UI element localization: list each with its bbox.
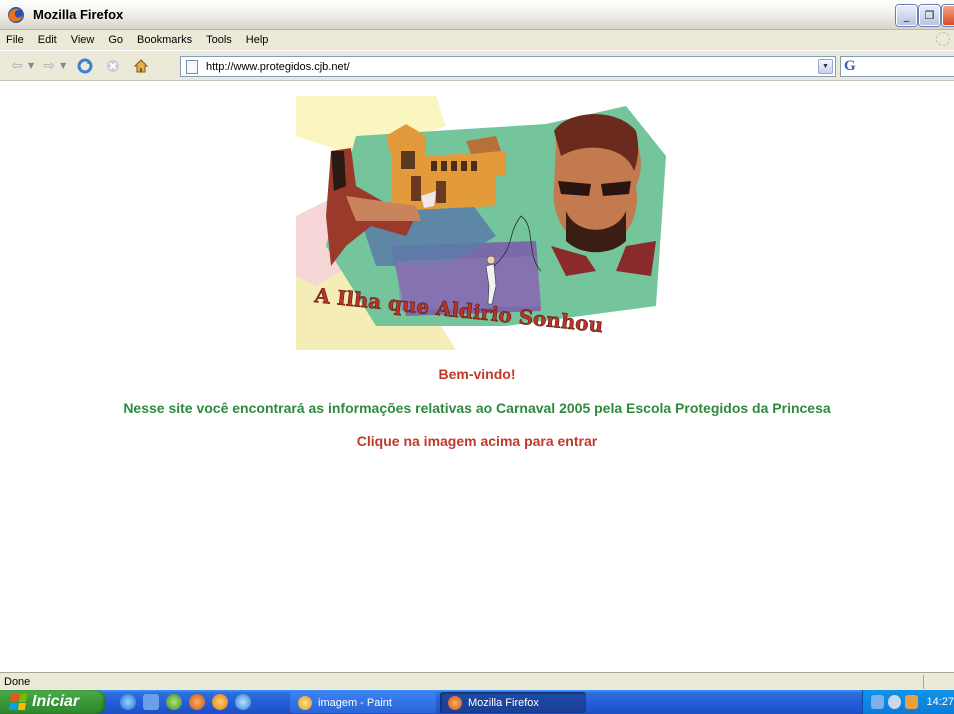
firefox-icon bbox=[8, 6, 24, 23]
task-paint-label: imagem - Paint bbox=[318, 696, 392, 709]
home-button[interactable] bbox=[132, 57, 150, 75]
throbber-icon bbox=[936, 32, 950, 46]
paint-icon bbox=[298, 695, 312, 710]
chevron-down-icon: ▼ bbox=[822, 63, 829, 70]
url-bar[interactable]: http://www.protegidos.cjb.net/ ▼ bbox=[180, 56, 836, 77]
back-dropdown-icon[interactable]: ▼ bbox=[28, 61, 34, 70]
page-icon bbox=[186, 59, 198, 74]
users-icon[interactable] bbox=[905, 695, 919, 709]
menu-file[interactable]: File bbox=[0, 34, 31, 46]
firefox-quick-icon[interactable] bbox=[189, 694, 205, 710]
taskbar: Iniciar imagem - Paint Mozilla Firefox 1… bbox=[0, 690, 954, 714]
close-button[interactable] bbox=[942, 5, 954, 26]
status-bar: Done bbox=[0, 672, 954, 690]
google-search-icon[interactable]: G bbox=[844, 58, 856, 75]
navigation-toolbar: ⇦ ▼ ⇨ ▼ http://www.protegidos.cjb.net/ ▼… bbox=[0, 50, 954, 81]
search-box[interactable]: G bbox=[840, 56, 954, 77]
start-label: Iniciar bbox=[32, 693, 80, 710]
back-button[interactable]: ⇦ bbox=[8, 57, 26, 75]
system-tray: 14:27 bbox=[862, 690, 954, 714]
status-divider bbox=[923, 675, 924, 689]
welcome-text: Bem-vindo! bbox=[438, 366, 516, 382]
messenger-icon[interactable] bbox=[166, 694, 182, 710]
info-text: Nesse site você encontrará as informaçõe… bbox=[123, 400, 831, 416]
menu-help[interactable]: Help bbox=[239, 34, 276, 46]
task-firefox-label: Mozilla Firefox bbox=[468, 696, 539, 709]
stop-icon bbox=[107, 59, 120, 72]
back-icon: ⇦ bbox=[11, 57, 23, 74]
restore-icon: ❐ bbox=[924, 9, 935, 22]
ie-icon[interactable] bbox=[120, 694, 136, 710]
media-player-icon[interactable] bbox=[212, 694, 228, 710]
volume-icon[interactable] bbox=[888, 695, 902, 709]
carnival-artwork: A Ilha que Aldirio Sonhou bbox=[296, 96, 674, 350]
entry-image-link[interactable]: A Ilha que Aldirio Sonhou bbox=[296, 96, 674, 350]
reload-icon bbox=[77, 58, 93, 73]
window-title: Mozilla Firefox bbox=[33, 7, 124, 22]
start-button[interactable]: Iniciar bbox=[0, 690, 106, 714]
menu-bookmarks[interactable]: Bookmarks bbox=[130, 34, 199, 46]
minimize-icon: _ bbox=[903, 9, 910, 22]
menu-view[interactable]: View bbox=[64, 34, 102, 46]
firefox-task-icon bbox=[448, 695, 462, 710]
window-titlebar: Mozilla Firefox _ ❐ bbox=[0, 0, 954, 30]
url-text: http://www.protegidos.cjb.net/ bbox=[206, 60, 350, 73]
menu-tools[interactable]: Tools bbox=[199, 34, 239, 46]
forward-button[interactable]: ⇨ bbox=[40, 57, 58, 75]
stop-button[interactable] bbox=[104, 57, 122, 75]
minimize-button[interactable]: _ bbox=[896, 5, 917, 26]
menu-bar: File Edit View Go Bookmarks Tools Help bbox=[0, 30, 954, 50]
menu-go[interactable]: Go bbox=[101, 34, 130, 46]
clock: 14:27 bbox=[926, 696, 954, 708]
url-dropdown-button[interactable]: ▼ bbox=[818, 59, 833, 74]
forward-icon: ⇨ bbox=[43, 57, 56, 74]
reload-button[interactable] bbox=[76, 57, 94, 75]
status-text: Done bbox=[4, 675, 31, 688]
menu-edit[interactable]: Edit bbox=[31, 34, 64, 46]
maximize-button[interactable]: ❐ bbox=[919, 5, 940, 26]
page-content: A Ilha que Aldirio Sonhou Bem-vindo! Nes… bbox=[0, 82, 954, 672]
network-icon[interactable] bbox=[871, 695, 885, 709]
app-quick-icon[interactable] bbox=[235, 694, 251, 710]
desktop-icon[interactable] bbox=[143, 694, 159, 710]
task-paint[interactable]: imagem - Paint bbox=[290, 692, 436, 713]
forward-dropdown-icon[interactable]: ▼ bbox=[60, 61, 66, 70]
windows-flag-icon bbox=[8, 694, 28, 710]
task-firefox[interactable]: Mozilla Firefox bbox=[440, 692, 586, 713]
quick-launch bbox=[120, 694, 251, 710]
home-icon bbox=[134, 58, 149, 72]
click-instruction-text: Clique na imagem acima para entrar bbox=[356, 433, 598, 449]
